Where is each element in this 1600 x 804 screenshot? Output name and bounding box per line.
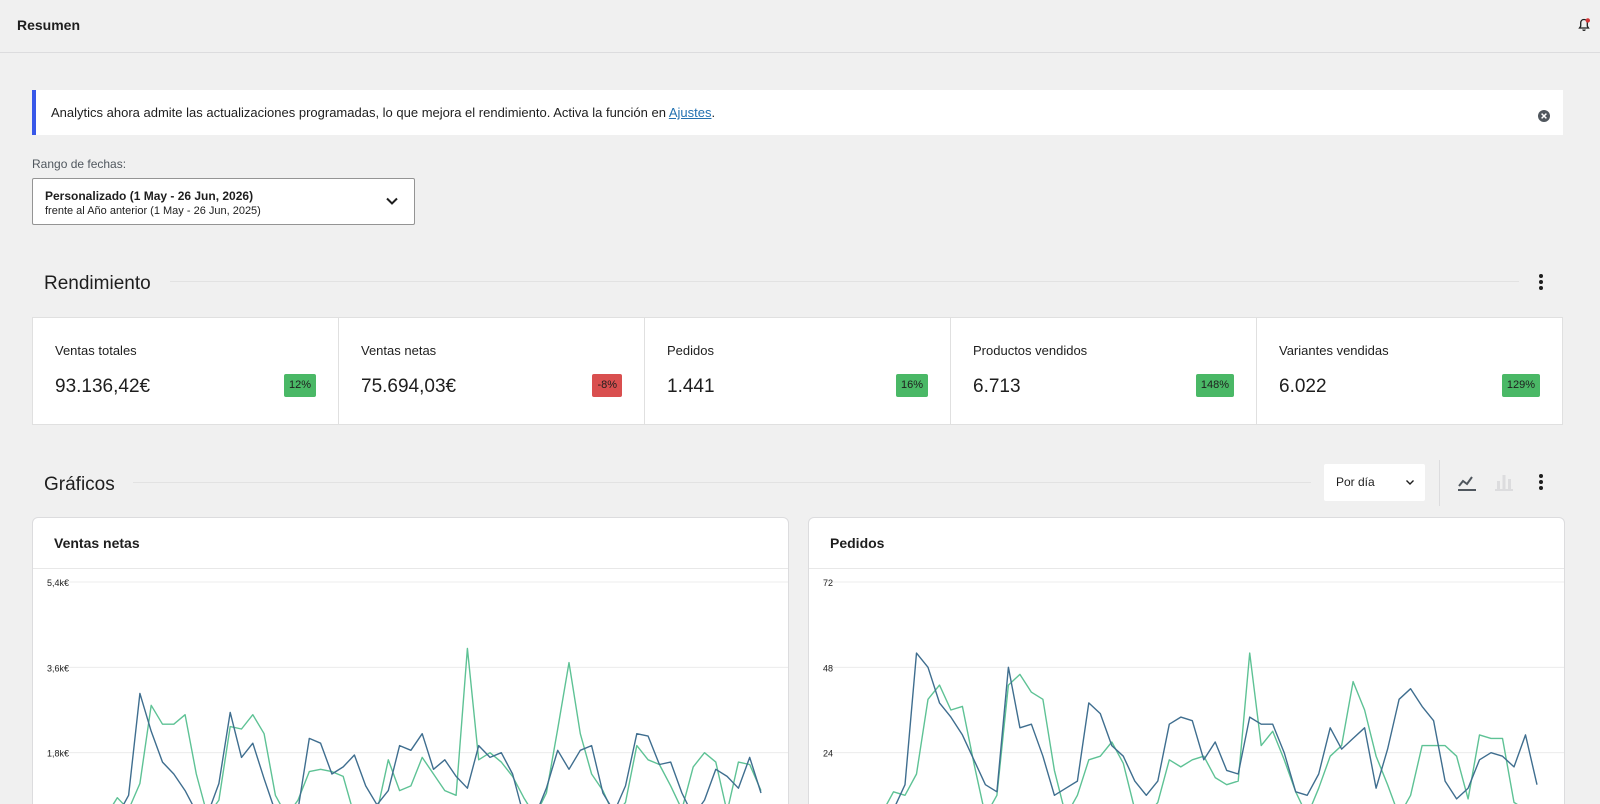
series-line — [123, 692, 762, 804]
y-tick-label: 1,8k€ — [47, 749, 69, 759]
date-range-primary: Personalizado (1 May - 26 Jun, 2026) — [45, 189, 254, 203]
card-value: 75.694,03€ — [361, 376, 457, 397]
y-tick-label: 3,6k€ — [47, 663, 69, 673]
close-icon[interactable] — [1537, 109, 1551, 123]
performance-title: Rendimiento — [44, 273, 151, 294]
date-range-selector[interactable]: Personalizado (1 May - 26 Jun, 2026) fre… — [32, 178, 415, 225]
series-line — [112, 647, 762, 804]
delta-badge: -8% — [592, 374, 622, 397]
notice-text-end: . — [711, 105, 716, 120]
delta-badge: 148% — [1195, 374, 1234, 397]
net-sales-plot: 5,4k€ 3,6k€ 1,8k€ — [47, 578, 788, 804]
card-label: Ventas totales — [55, 343, 137, 358]
chevron-down-icon — [386, 197, 398, 205]
more-options-icon[interactable] — [1531, 472, 1551, 492]
top-bar: Resumen — [0, 0, 1600, 53]
y-tick-label: 72 — [823, 578, 833, 588]
line-chart-icon[interactable] — [1455, 470, 1479, 494]
performance-card-net-sales[interactable]: Ventas netas 75.694,03€ -8% — [339, 318, 645, 424]
charts-title: Gráficos — [44, 474, 115, 495]
delta-badge: 129% — [1501, 374, 1540, 397]
scheduled-updates-notice: Analytics ahora admite las actualizacion… — [32, 90, 1563, 135]
notice-message: Analytics ahora admite las actualizacion… — [51, 105, 715, 120]
orders-chart: Pedidos 72 48 24 — [808, 517, 1565, 804]
section-divider — [170, 281, 1519, 282]
performance-card-products-sold[interactable]: Productos vendidos 6.713 148% — [951, 318, 1257, 424]
bar-chart-icon[interactable] — [1492, 470, 1516, 494]
chevron-down-icon — [1406, 480, 1414, 485]
card-label: Ventas netas — [361, 343, 437, 358]
card-value: 6.713 — [973, 376, 1021, 397]
card-value: 93.136,42€ — [55, 376, 151, 397]
card-value: 1.441 — [667, 376, 715, 397]
date-range-comparison: frente al Año anterior (1 May - 26 Jun, … — [45, 205, 261, 217]
performance-card-total-sales[interactable]: Ventas totales 93.136,42€ 12% — [33, 318, 339, 424]
settings-link[interactable]: Ajustes — [669, 105, 712, 120]
chart-title: Ventas netas — [54, 535, 140, 551]
chart-title: Pedidos — [830, 535, 885, 551]
more-options-icon[interactable] — [1531, 272, 1551, 292]
date-range-label: Rango de fechas: — [32, 157, 127, 171]
section-divider — [133, 482, 1311, 483]
card-label: Variantes vendidas — [1279, 343, 1389, 358]
interval-select[interactable]: Por día — [1324, 464, 1425, 501]
performance-card-variations-sold[interactable]: Variantes vendidas 6.022 129% — [1257, 318, 1562, 424]
delta-badge: 16% — [895, 374, 928, 397]
card-label: Productos vendidos — [973, 343, 1088, 358]
performance-cards: Ventas totales 93.136,42€ 12% Ventas net… — [32, 317, 1563, 425]
card-value: 6.022 — [1279, 376, 1327, 397]
y-tick-label: 48 — [823, 663, 833, 673]
delta-badge: 12% — [283, 374, 316, 397]
bell-icon[interactable] — [1576, 17, 1592, 33]
toolbar-divider — [1439, 460, 1440, 506]
interval-value: Por día — [1336, 475, 1375, 489]
series-line — [886, 652, 1518, 804]
page-title: Resumen — [17, 17, 81, 33]
card-label: Pedidos — [667, 343, 714, 358]
y-tick-label: 24 — [823, 749, 833, 759]
orders-plot: 72 48 24 — [823, 578, 1564, 804]
performance-card-orders[interactable]: Pedidos 1.441 16% — [645, 318, 951, 424]
notice-text: Analytics ahora admite las actualizacion… — [51, 105, 669, 120]
series-line — [895, 652, 1538, 804]
net-sales-chart: Ventas netas 5,4k€ 3,6k€ 1,8k€ — [32, 517, 789, 804]
y-tick-label: 5,4k€ — [47, 578, 69, 588]
